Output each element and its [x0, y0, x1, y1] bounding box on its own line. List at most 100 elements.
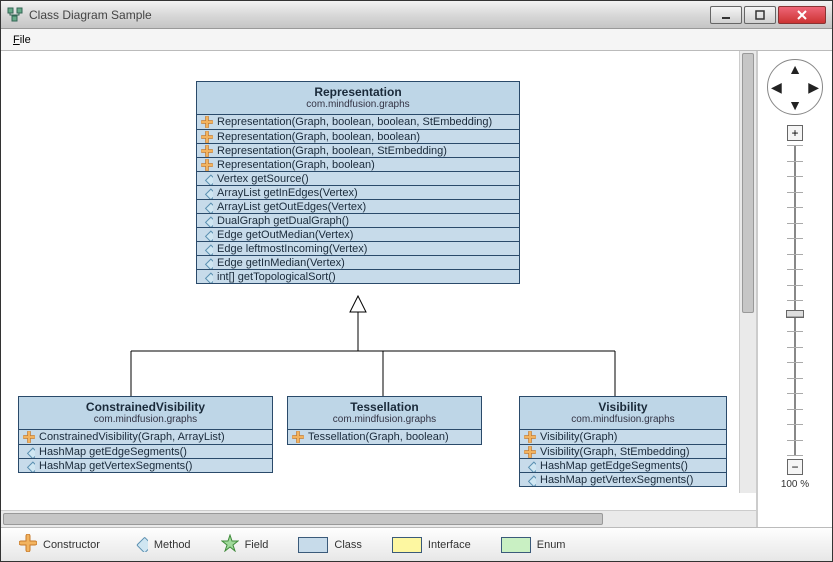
menu-file[interactable]: File	[7, 32, 37, 48]
class-package: com.mindfusion.graphs	[23, 414, 268, 425]
pan-up-icon[interactable]: ▲	[788, 62, 802, 76]
class-members: Visibility(Graph)Visibility(Graph, StEmb…	[520, 430, 726, 486]
class-name: Representation	[201, 85, 515, 99]
window-title: Class Diagram Sample	[29, 8, 708, 22]
member-signature: ArrayList getInEdges(Vertex)	[217, 187, 358, 199]
zoom-label: 100 %	[781, 479, 809, 490]
app-icon	[7, 7, 23, 23]
class-name: Tessellation	[292, 400, 477, 414]
close-button[interactable]	[778, 6, 826, 24]
legend-label: Method	[154, 539, 191, 551]
member-method[interactable]: HashMap getEdgeSegments()	[19, 444, 272, 458]
legend-label: Class	[334, 539, 362, 551]
class-name: ConstrainedVisibility	[23, 400, 268, 414]
class-header: ConstrainedVisibility com.mindfusion.gra…	[19, 397, 272, 430]
legend-label: Enum	[537, 539, 566, 551]
zoom-thumb[interactable]	[786, 310, 804, 318]
member-signature: Visibility(Graph)	[540, 431, 617, 443]
member-method[interactable]: ArrayList getInEdges(Vertex)	[197, 185, 519, 199]
member-signature: HashMap getEdgeSegments()	[39, 446, 187, 458]
enum-swatch	[501, 537, 531, 553]
class-package: com.mindfusion.graphs	[201, 99, 515, 110]
member-constructor[interactable]: Representation(Graph, boolean)	[197, 157, 519, 171]
pan-down-icon[interactable]: ▼	[788, 98, 802, 112]
vertical-scrollbar[interactable]	[739, 51, 756, 493]
member-signature: HashMap getEdgeSegments()	[540, 460, 688, 472]
member-constructor[interactable]: Representation(Graph, boolean, StEmbeddi…	[197, 143, 519, 157]
menubar: File	[1, 29, 832, 51]
member-method[interactable]: int[] getTopologicalSort()	[197, 269, 519, 283]
class-constrained-visibility[interactable]: ConstrainedVisibility com.mindfusion.gra…	[18, 396, 273, 473]
member-method[interactable]: DualGraph getDualGraph()	[197, 213, 519, 227]
member-method[interactable]: ArrayList getOutEdges(Vertex)	[197, 199, 519, 213]
member-signature: Edge getInMedian(Vertex)	[217, 257, 345, 269]
member-signature: HashMap getVertexSegments()	[540, 474, 693, 486]
member-method[interactable]: HashMap getVertexSegments()	[19, 458, 272, 472]
class-header: Tessellation com.mindfusion.graphs	[288, 397, 481, 430]
member-constructor[interactable]: Representation(Graph, boolean, boolean)	[197, 129, 519, 143]
member-signature: Edge getOutMedian(Vertex)	[217, 229, 353, 241]
member-method[interactable]: HashMap getEdgeSegments()	[520, 458, 726, 472]
zoom-in-button[interactable]: +	[787, 125, 803, 141]
class-members: Representation(Graph, boolean, boolean, …	[197, 115, 519, 283]
window-controls	[708, 6, 826, 24]
member-signature: Tessellation(Graph, boolean)	[308, 431, 449, 443]
legend-label: Constructor	[43, 539, 100, 551]
legend-interface: Interface	[392, 537, 471, 553]
legend-method: Method	[130, 534, 191, 555]
legend-constructor: Constructor	[19, 534, 100, 555]
legend-bar: Constructor Method Field Class Interface…	[1, 527, 832, 561]
member-signature: Representation(Graph, boolean, boolean)	[217, 131, 420, 143]
legend-label: Interface	[428, 539, 471, 551]
client-area: Representation com.mindfusion.graphs Rep…	[1, 51, 832, 527]
pan-left-icon[interactable]: ◀	[771, 80, 782, 94]
member-constructor[interactable]: Tessellation(Graph, boolean)	[288, 430, 481, 444]
zoom-slider[interactable]	[785, 145, 805, 455]
pan-right-icon[interactable]: ▶	[808, 80, 819, 94]
member-constructor[interactable]: ConstrainedVisibility(Graph, ArrayList)	[19, 430, 272, 444]
class-header: Representation com.mindfusion.graphs	[197, 82, 519, 115]
horizontal-scrollbar[interactable]	[1, 510, 756, 527]
app-window: Class Diagram Sample File	[0, 0, 833, 562]
legend-field: Field	[221, 534, 269, 555]
vscroll-thumb[interactable]	[742, 53, 754, 313]
class-members: ConstrainedVisibility(Graph, ArrayList) H…	[19, 430, 272, 472]
member-method[interactable]: HashMap getVertexSegments()	[520, 472, 726, 486]
member-signature: Representation(Graph, boolean)	[217, 159, 375, 171]
legend-class: Class	[298, 537, 362, 553]
class-visibility[interactable]: Visibility com.mindfusion.graphs Visibil…	[519, 396, 727, 487]
class-tessellation[interactable]: Tessellation com.mindfusion.graphs Tesse…	[287, 396, 482, 445]
member-method[interactable]: Edge getOutMedian(Vertex)	[197, 227, 519, 241]
class-header: Visibility com.mindfusion.graphs	[520, 397, 726, 430]
member-constructor[interactable]: Representation(Graph, boolean, boolean, …	[197, 115, 519, 129]
canvas-container: Representation com.mindfusion.graphs Rep…	[1, 51, 757, 527]
member-signature: DualGraph getDualGraph()	[217, 215, 349, 227]
member-signature: ConstrainedVisibility(Graph, ArrayList)	[39, 431, 225, 443]
zoom-out-button[interactable]: −	[787, 459, 803, 475]
method-icon	[130, 534, 148, 555]
interface-swatch	[392, 537, 422, 553]
side-panel: ▲ ▼ ◀ ▶ + − 100 %	[757, 51, 832, 527]
class-representation[interactable]: Representation com.mindfusion.graphs Rep…	[196, 81, 520, 284]
maximize-button[interactable]	[744, 6, 776, 24]
class-swatch	[298, 537, 328, 553]
minimize-button[interactable]	[710, 6, 742, 24]
class-package: com.mindfusion.graphs	[524, 414, 722, 425]
member-signature: HashMap getVertexSegments()	[39, 460, 192, 472]
member-constructor[interactable]: Visibility(Graph, StEmbedding)	[520, 444, 726, 458]
constructor-icon	[19, 534, 37, 555]
member-method[interactable]: Edge leftmostIncoming(Vertex)	[197, 241, 519, 255]
pan-dial[interactable]: ▲ ▼ ◀ ▶	[767, 59, 823, 115]
member-signature: Representation(Graph, boolean, boolean, …	[217, 116, 492, 128]
member-signature: Edge leftmostIncoming(Vertex)	[217, 243, 367, 255]
member-constructor[interactable]: Visibility(Graph)	[520, 430, 726, 444]
diagram-canvas[interactable]: Representation com.mindfusion.graphs Rep…	[1, 51, 756, 510]
hscroll-thumb[interactable]	[3, 513, 603, 525]
member-signature: Vertex getSource()	[217, 173, 309, 185]
titlebar[interactable]: Class Diagram Sample	[1, 1, 832, 29]
class-name: Visibility	[524, 400, 722, 414]
member-method[interactable]: Vertex getSource()	[197, 171, 519, 185]
field-icon	[221, 534, 239, 555]
member-method[interactable]: Edge getInMedian(Vertex)	[197, 255, 519, 269]
legend-enum: Enum	[501, 537, 566, 553]
